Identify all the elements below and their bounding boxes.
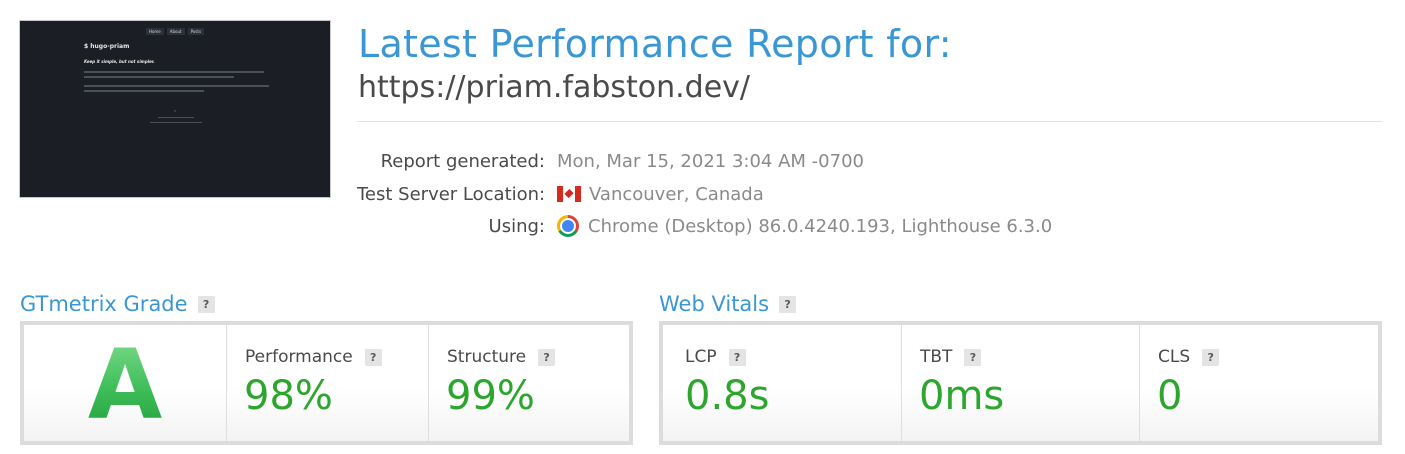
gtmetrix-grade-heading: GTmetrix Grade ? — [20, 292, 215, 316]
lcp-cell: LCP ? 0.8s — [663, 325, 901, 441]
thumbnail-footer-line — [158, 117, 194, 118]
lcp-label: LCP — [685, 347, 717, 367]
using-label: Using: — [488, 215, 545, 237]
using-row: Using: Chrome (Desktop) 86.0.4240.193, L… — [357, 213, 1052, 239]
report-generated-label: Report generated: — [380, 150, 545, 172]
cls-value: 0 — [1157, 373, 1183, 419]
lcp-help-icon[interactable]: ? — [728, 348, 746, 366]
thumbnail-nav-item: About — [166, 28, 185, 35]
thumbnail-nav-item: Home — [145, 28, 164, 35]
thumbnail-footer-mark: ✦ — [173, 109, 177, 113]
thumbnail-text-line — [84, 90, 204, 92]
lcp-value: 0.8s — [685, 373, 770, 419]
tbt-label-row: TBT ? — [920, 347, 982, 367]
tbt-cell: TBT ? 0ms — [901, 325, 1139, 441]
web-vitals-heading: Web Vitals ? — [659, 292, 797, 316]
performance-label: Performance — [245, 347, 353, 367]
test-server-location-value: Vancouver, Canada — [557, 184, 764, 205]
web-vitals-help-icon[interactable]: ? — [779, 295, 797, 313]
chrome-icon — [557, 215, 579, 237]
thumbnail-footer-line — [150, 122, 202, 123]
gtmetrix-grade-help-icon[interactable]: ? — [197, 295, 215, 313]
test-server-location-row: Test Server Location: Vancouver, Canada — [357, 181, 764, 207]
gtmetrix-grade-title: GTmetrix Grade — [20, 292, 188, 316]
grade-cell: A — [24, 325, 226, 441]
thumbnail-text-line — [84, 71, 264, 73]
thumbnail-text-line — [84, 76, 234, 78]
web-vitals-panel: LCP ? 0.8s TBT ? 0ms CLS ? 0 — [659, 321, 1382, 445]
cls-label: CLS — [1158, 347, 1191, 367]
thumbnail-nav-item: Posts — [187, 28, 205, 35]
performance-score: 98% — [244, 373, 333, 419]
performance-label-row: Performance ? — [245, 347, 382, 367]
tbt-label: TBT — [920, 347, 953, 367]
structure-help-icon[interactable]: ? — [538, 348, 556, 366]
report-generated-row: Report generated: Mon, Mar 15, 2021 3:04… — [357, 148, 864, 174]
report-title: Latest Performance Report for: — [358, 22, 952, 66]
thumbnail-site-title: $ hugo-priam — [84, 43, 130, 50]
report-generated-value: Mon, Mar 15, 2021 3:04 AM -0700 — [557, 151, 864, 172]
tbt-value: 0ms — [919, 373, 1005, 419]
thumbnail-text-line — [84, 85, 269, 87]
canada-flag-icon — [557, 186, 581, 202]
test-server-location-label: Test Server Location: — [357, 183, 546, 205]
lcp-label-row: LCP ? — [685, 347, 746, 367]
structure-score: 99% — [446, 373, 535, 419]
cls-help-icon[interactable]: ? — [1202, 348, 1220, 366]
tbt-help-icon[interactable]: ? — [964, 348, 982, 366]
structure-cell: Structure ? 99% — [428, 325, 629, 441]
thumbnail-tagline: Keep it simple, but not simpler. — [84, 59, 155, 64]
structure-label-row: Structure ? — [447, 347, 556, 367]
test-server-location-text: Vancouver, Canada — [589, 183, 764, 205]
thumbnail-nav: Home About Posts — [145, 28, 205, 35]
performance-cell: Performance ? 98% — [226, 325, 428, 441]
page-screenshot-thumbnail[interactable]: Home About Posts $ hugo-priam Keep it si… — [19, 20, 331, 198]
grade-letter: A — [24, 333, 226, 437]
web-vitals-title: Web Vitals — [659, 292, 770, 316]
report-url[interactable]: https://priam.fabston.dev/ — [358, 70, 750, 105]
using-value: Chrome (Desktop) 86.0.4240.193, Lighthou… — [557, 215, 1052, 237]
using-text: Chrome (Desktop) 86.0.4240.193, Lighthou… — [588, 215, 1053, 237]
cls-cell: CLS ? 0 — [1139, 325, 1378, 441]
header-divider — [357, 121, 1382, 122]
cls-label-row: CLS ? — [1158, 347, 1220, 367]
performance-help-icon[interactable]: ? — [364, 348, 382, 366]
report-generated-text: Mon, Mar 15, 2021 3:04 AM -0700 — [557, 150, 864, 172]
structure-label: Structure — [447, 347, 527, 367]
gtmetrix-grade-panel: A Performance ? 98% Structure ? 99% — [20, 321, 633, 445]
